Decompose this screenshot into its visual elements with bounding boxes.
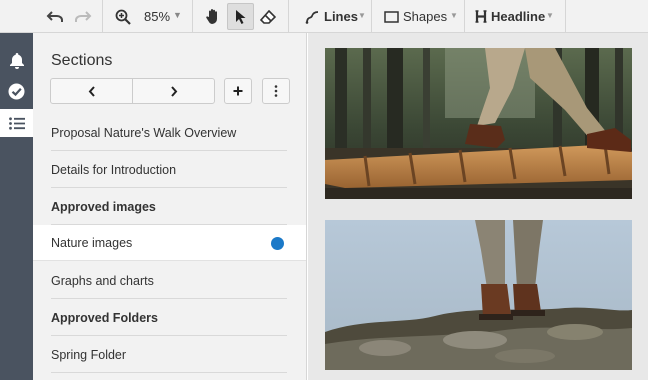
section-item[interactable]: Approved Folders xyxy=(51,300,287,336)
redo-button[interactable] xyxy=(70,3,96,30)
hand-tool-button[interactable] xyxy=(200,3,226,30)
headline-button[interactable]: Headline xyxy=(491,9,545,24)
lines-icon xyxy=(305,10,319,24)
toolbar-divider xyxy=(464,0,465,33)
previous-section-button[interactable] xyxy=(51,79,132,103)
section-item-label: Proposal Nature's Walk Overview xyxy=(51,125,237,140)
toolbar: 85% ▼ Lines ▼ Shapes ▼ Headline ▼ xyxy=(0,0,648,33)
canvas xyxy=(308,33,648,380)
eraser-tool-button[interactable] xyxy=(256,3,280,30)
chevron-right-icon xyxy=(170,85,177,97)
list-icon xyxy=(8,116,25,130)
undo-button[interactable] xyxy=(42,3,68,30)
toolbar-divider xyxy=(371,0,372,33)
section-item-selected[interactable]: Nature images xyxy=(33,225,306,261)
more-vertical-icon xyxy=(274,85,278,97)
shapes-caret-icon[interactable]: ▼ xyxy=(450,11,458,20)
lines-tool-icon-wrap[interactable] xyxy=(303,3,321,30)
zoom-icon xyxy=(115,9,131,25)
section-item-label: Details for Introduction xyxy=(51,162,177,177)
review-button[interactable] xyxy=(0,77,33,105)
section-item-label: Spring Folder xyxy=(51,347,127,362)
shapes-button[interactable]: Shapes xyxy=(403,9,447,24)
section-item[interactable]: Graphs and charts xyxy=(51,263,287,299)
plus-icon xyxy=(233,86,243,96)
hand-icon xyxy=(206,9,217,24)
section-item-label: Graphs and charts xyxy=(51,273,154,288)
zoom-button[interactable] xyxy=(112,3,134,30)
section-item-label: Approved images xyxy=(51,199,156,214)
toolbar-divider xyxy=(565,0,566,33)
section-nav xyxy=(50,78,215,104)
pointer-tool-button[interactable] xyxy=(227,3,254,30)
next-section-button[interactable] xyxy=(132,79,214,103)
toolbar-divider xyxy=(192,0,193,33)
section-item[interactable]: Spring Folder xyxy=(51,337,287,373)
active-indicator-dot xyxy=(271,237,284,250)
zoom-caret-icon[interactable]: ▼ xyxy=(173,10,182,20)
lines-button[interactable]: Lines xyxy=(324,9,358,24)
sections-button[interactable] xyxy=(0,109,33,137)
eraser-icon xyxy=(260,9,276,24)
headline-icon xyxy=(475,10,487,23)
pointer-icon xyxy=(235,9,245,24)
toolbar-divider xyxy=(288,0,289,33)
add-section-button[interactable] xyxy=(224,78,252,104)
headline-caret-icon[interactable]: ▼ xyxy=(546,11,554,20)
hiker-boots-image[interactable] xyxy=(325,220,632,370)
shapes-icon xyxy=(383,10,399,23)
headline-tool-icon-wrap[interactable] xyxy=(473,3,489,30)
redo-icon xyxy=(75,10,92,22)
section-item[interactable]: Approved images xyxy=(51,189,287,225)
panel-title: Sections xyxy=(51,52,113,69)
more-options-button[interactable] xyxy=(262,78,290,104)
chevron-left-icon xyxy=(88,85,95,97)
section-item-label: Nature images xyxy=(51,235,133,250)
section-item[interactable]: Proposal Nature's Walk Overview xyxy=(51,115,287,151)
section-item[interactable]: Details for Introduction xyxy=(51,152,287,188)
lines-caret-icon[interactable]: ▼ xyxy=(358,11,366,20)
section-item-label: Approved Folders xyxy=(51,310,158,325)
notifications-button[interactable] xyxy=(0,46,33,74)
bell-icon xyxy=(9,52,24,69)
zoom-level[interactable]: 85% xyxy=(144,9,170,24)
shapes-tool-icon-wrap[interactable] xyxy=(382,3,400,30)
forest-walk-image[interactable] xyxy=(325,48,632,199)
toolbar-divider xyxy=(102,0,103,33)
left-rail xyxy=(0,33,33,380)
sections-panel: Sections Proposal Nature's Walk Overview… xyxy=(33,33,307,380)
undo-icon xyxy=(46,10,63,22)
check-circle-icon xyxy=(8,83,25,99)
